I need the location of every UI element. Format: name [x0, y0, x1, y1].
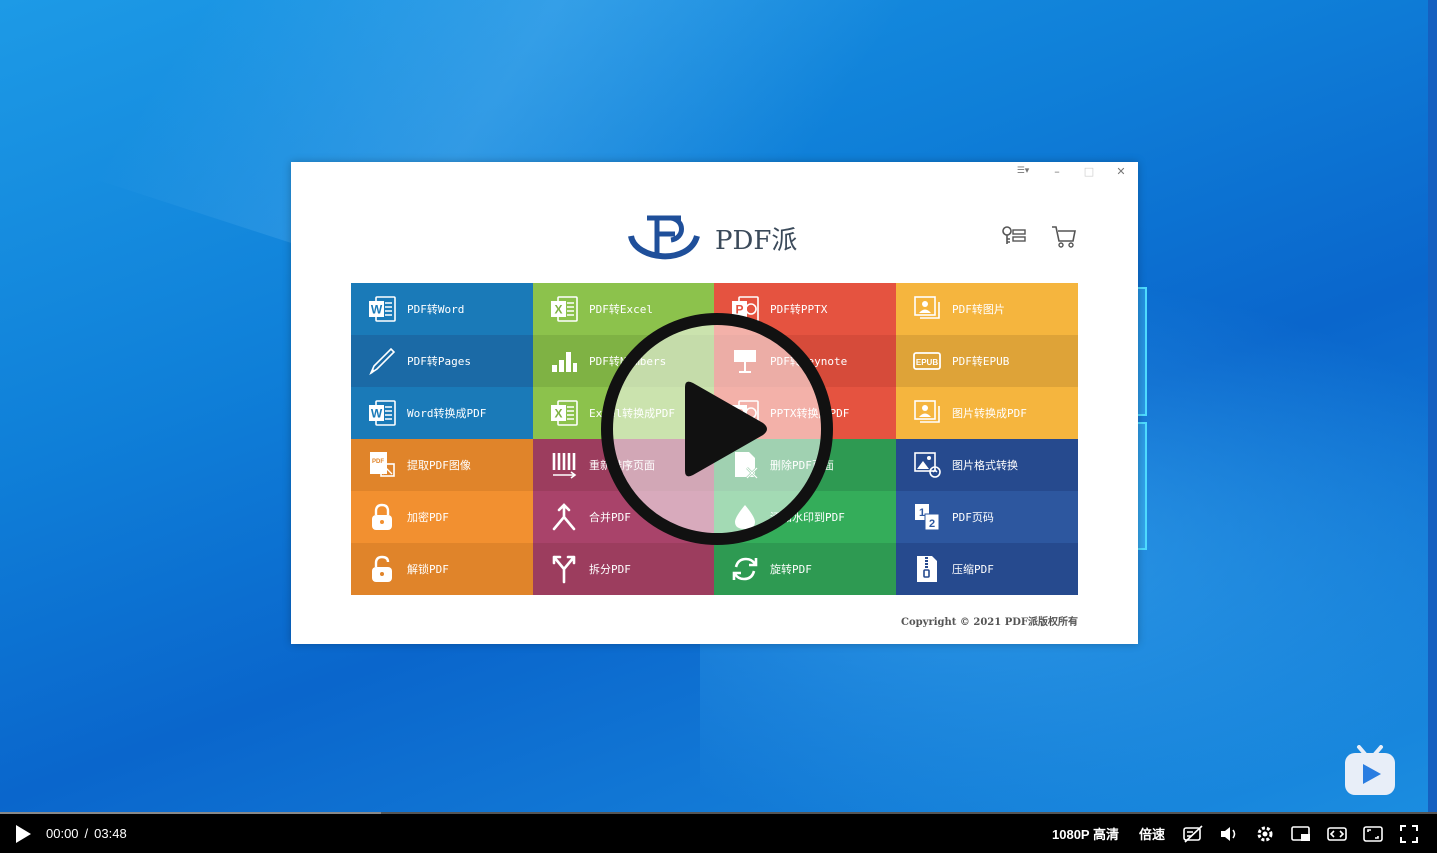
svg-text:2: 2: [929, 518, 935, 530]
function-tile-label: PDF转图片: [952, 303, 1005, 316]
split-icon: [552, 555, 576, 584]
player-right-controls: 1080P 高清 倍速: [1052, 823, 1437, 845]
rotate-icon: [732, 557, 758, 581]
quality-selector[interactable]: 1080P 高清: [1052, 824, 1119, 843]
svg-text:EPUB: EPUB: [916, 358, 938, 367]
page-number-icon: 12: [915, 504, 940, 531]
function-tile-label: 提取PDF图像: [407, 459, 471, 472]
pen-icon: [369, 347, 396, 376]
function-tile-label: PDF转Excel: [589, 303, 653, 316]
player-control-bar: 00:00 / 03:48 1080P 高清 倍速: [0, 814, 1437, 853]
time-display: 00:00 / 03:48: [46, 826, 127, 841]
function-tile[interactable]: 拆分PDF: [533, 543, 714, 595]
image-icon: [914, 296, 940, 319]
widescreen-icon[interactable]: [1325, 823, 1349, 845]
desktop-window-glow: [1138, 287, 1147, 416]
function-tile-label: PDF页码: [952, 511, 994, 524]
word-icon: W: [369, 400, 396, 426]
reorder-icon: [552, 453, 577, 479]
desktop-edge: [1428, 0, 1437, 812]
volume-icon[interactable]: [1217, 823, 1241, 845]
app-title: PDF派: [715, 225, 798, 256]
unlock-icon: [372, 555, 392, 582]
function-tile[interactable]: 1 2 PDF页码: [896, 491, 1078, 543]
function-tile-label: 拆分PDF: [589, 563, 631, 576]
video-frame[interactable]: ☰▾ – □ ✕ PDF派 W PDF转Word X PDF转Excel P P…: [0, 0, 1437, 812]
pdfpai-logo-icon: [628, 215, 700, 260]
function-tile-label: PDF转Word: [407, 303, 465, 316]
function-tile-label: 图片转换成PDF: [952, 407, 1027, 420]
function-tile[interactable]: W PDF转Word: [351, 283, 533, 335]
function-tile-label: 压缩PDF: [952, 563, 994, 576]
danmaku-off-icon[interactable]: [1181, 823, 1205, 845]
bar-chart-icon: [552, 352, 577, 372]
epub-icon: EPUB: [913, 352, 941, 370]
function-tile[interactable]: 解锁PDF: [351, 543, 533, 595]
excel-icon: X: [551, 400, 578, 426]
header-icons: [1000, 222, 1078, 250]
zip-icon: [917, 556, 937, 582]
function-tile-label: PDF转EPUB: [952, 355, 1010, 368]
svg-text:X: X: [554, 303, 562, 317]
big-play-button[interactable]: [601, 313, 833, 545]
web-fullscreen-icon[interactable]: [1361, 823, 1385, 845]
function-tile-label: PDF转PPTX: [770, 303, 828, 316]
function-tile-label: 旋转PDF: [770, 563, 812, 576]
function-tile-label: 图片格式转换: [952, 459, 1018, 472]
function-tile[interactable]: W Word转换成PDF: [351, 387, 533, 439]
function-tile[interactable]: PDF转Pages: [351, 335, 533, 387]
pip-icon[interactable]: [1289, 823, 1313, 845]
bilibili-tv-logo-icon[interactable]: [1343, 745, 1397, 797]
extract-image-icon: PDF: [370, 452, 395, 477]
function-tile[interactable]: 图片格式转换: [896, 439, 1078, 491]
function-tile-label: 加密PDF: [407, 511, 449, 524]
lock-icon: [372, 503, 392, 530]
svg-text:W: W: [371, 303, 383, 317]
function-tile[interactable]: EPUB PDF转EPUB: [896, 335, 1078, 387]
image-convert-icon: [914, 452, 941, 478]
function-tile-label: PDF转Pages: [407, 355, 471, 368]
cart-icon[interactable]: [1050, 222, 1078, 250]
function-tile[interactable]: PDF 提取PDF图像: [351, 439, 533, 491]
function-tile-label: 合并PDF: [589, 511, 631, 524]
excel-icon: X: [551, 296, 578, 322]
svg-text:1: 1: [919, 507, 925, 519]
copyright-text: Copyright © 2021 PDF派版权所有: [901, 617, 1078, 628]
settings-icon[interactable]: [1253, 823, 1277, 845]
fullscreen-icon[interactable]: [1397, 823, 1421, 845]
function-tile[interactable]: 图片转换成PDF: [896, 387, 1078, 439]
app-logo: PDF派: [627, 210, 797, 266]
key-list-icon[interactable]: [1000, 222, 1028, 250]
play-pause-button[interactable]: [12, 823, 34, 845]
minimize-button[interactable]: –: [1050, 164, 1064, 178]
svg-text:W: W: [371, 407, 383, 421]
window-controls: ☰▾ – □ ✕: [1014, 164, 1128, 178]
function-tile-label: Word转换成PDF: [407, 407, 487, 420]
play-icon: [685, 381, 767, 477]
function-tile[interactable]: PDF转图片: [896, 283, 1078, 335]
maximize-button[interactable]: □: [1082, 164, 1096, 178]
desktop-window-glow: [1138, 422, 1147, 550]
function-tile[interactable]: 压缩PDF: [896, 543, 1078, 595]
current-time: 00:00: [46, 826, 79, 841]
close-button[interactable]: ✕: [1114, 164, 1128, 178]
function-tile[interactable]: 旋转PDF: [714, 543, 896, 595]
menu-button[interactable]: ☰▾: [1014, 164, 1032, 178]
time-separator: /: [84, 826, 89, 841]
duration: 03:48: [94, 826, 127, 841]
merge-icon: [552, 503, 576, 531]
function-tile-label: 解锁PDF: [407, 563, 449, 576]
svg-text:X: X: [554, 407, 562, 421]
image-icon: [914, 400, 940, 423]
speed-selector[interactable]: 倍速: [1139, 824, 1165, 843]
function-tile[interactable]: 加密PDF: [351, 491, 533, 543]
word-icon: W: [369, 296, 396, 322]
